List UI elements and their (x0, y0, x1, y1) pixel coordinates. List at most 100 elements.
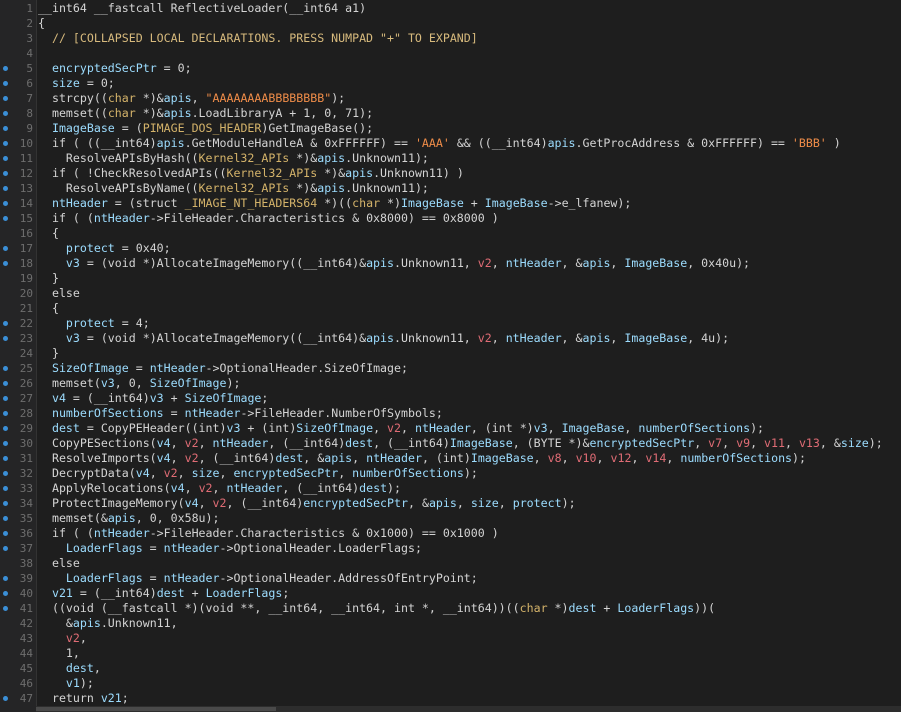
code-text[interactable]: v2, (38, 631, 87, 646)
code-text[interactable]: &apis.Unknown11, (38, 616, 178, 631)
breakpoint-dot-icon[interactable] (3, 606, 8, 611)
code-text[interactable]: v21 = (__int64)dest + LoaderFlags; (38, 586, 289, 601)
horizontal-scrollbar[interactable] (36, 706, 901, 712)
code-text[interactable]: strcpy((char *)&apis, "AAAAAAAABBBBBBBB"… (38, 91, 345, 106)
code-line[interactable]: 2{ (0, 16, 901, 31)
code-text[interactable]: 1, (38, 646, 80, 661)
code-line[interactable]: 21 { (0, 301, 901, 316)
code-line[interactable]: 17 protect = 0x40; (0, 241, 901, 256)
breakpoint-dot-icon[interactable] (3, 501, 8, 506)
code-line[interactable]: 8 memset((char *)&apis.LoadLibraryA + 1,… (0, 106, 901, 121)
code-text[interactable]: v4 = (__int64)v3 + SizeOfImage; (38, 391, 268, 406)
code-text[interactable]: memset((char *)&apis.LoadLibraryA + 1, 0… (38, 106, 373, 121)
breakpoint-dot-icon[interactable] (3, 111, 8, 116)
code-text[interactable]: size = 0; (38, 76, 115, 91)
code-text[interactable]: ProtectImageMemory(v4, v2, (__int64)encr… (38, 496, 576, 511)
code-text[interactable]: dest = CopyPEHeader((int)v3 + (int)SizeO… (38, 421, 764, 436)
code-text[interactable]: LoaderFlags = ntHeader->OptionalHeader.A… (38, 571, 478, 586)
code-text[interactable]: if ( (ntHeader->FileHeader.Characteristi… (38, 211, 499, 226)
code-line[interactable]: 31 ResolveImports(v4, v2, (__int64)dest,… (0, 451, 901, 466)
code-line[interactable]: 3 // [COLLAPSED LOCAL DECLARATIONS. PRES… (0, 31, 901, 46)
code-line[interactable]: 18 v3 = (void *)AllocateImageMemory((__i… (0, 256, 901, 271)
code-line[interactable]: 35 memset(&apis, 0, 0x58u); (0, 511, 901, 526)
code-line[interactable]: 43 v2, (0, 631, 901, 646)
breakpoint-dot-icon[interactable] (3, 141, 8, 146)
breakpoint-dot-icon[interactable] (3, 81, 8, 86)
code-line[interactable]: 39 LoaderFlags = ntHeader->OptionalHeade… (0, 571, 901, 586)
breakpoint-dot-icon[interactable] (3, 156, 8, 161)
breakpoint-dot-icon[interactable] (3, 456, 8, 461)
code-line[interactable]: 46 v1); (0, 676, 901, 691)
breakpoint-dot-icon[interactable] (3, 411, 8, 416)
breakpoint-dot-icon[interactable] (3, 201, 8, 206)
breakpoint-dot-icon[interactable] (3, 531, 8, 536)
breakpoint-dot-icon[interactable] (3, 261, 8, 266)
code-line[interactable]: 23 v3 = (void *)AllocateImageMemory((__i… (0, 331, 901, 346)
code-line[interactable]: 5 encryptedSecPtr = 0; (0, 61, 901, 76)
code-line[interactable]: 4 (0, 46, 901, 61)
code-text[interactable]: LoaderFlags = ntHeader->OptionalHeader.L… (38, 541, 422, 556)
code-text[interactable]: ResolveImports(v4, v2, (__int64)dest, &a… (38, 451, 806, 466)
code-line[interactable]: 26 memset(v3, 0, SizeOfImage); (0, 376, 901, 391)
code-line[interactable]: 47 return v21; (0, 691, 901, 706)
breakpoint-dot-icon[interactable] (3, 216, 8, 221)
code-line[interactable]: 9 ImageBase = (PIMAGE_DOS_HEADER)GetImag… (0, 121, 901, 136)
code-text[interactable]: { (38, 226, 59, 241)
code-text[interactable]: CopyPESections(v4, v2, ntHeader, (__int6… (38, 436, 883, 451)
breakpoint-dot-icon[interactable] (3, 471, 8, 476)
pseudocode-editor[interactable]: 1 __int64 __fastcall ReflectiveLoader(__i… (0, 0, 901, 712)
code-line[interactable]: 30 CopyPESections(v4, v2, ntHeader, (__i… (0, 436, 901, 451)
code-line[interactable]: 36 if ( (ntHeader->FileHeader.Characteri… (0, 526, 901, 541)
code-text[interactable]: memset(&apis, 0, 0x58u); (38, 511, 220, 526)
code-text[interactable]: v3 = (void *)AllocateImageMemory((__int6… (38, 331, 729, 346)
breakpoint-dot-icon[interactable] (3, 426, 8, 431)
code-text[interactable]: ResolveAPIsByName((Kernel32_APIs *)&apis… (38, 181, 429, 196)
code-text[interactable]: protect = 4; (38, 316, 150, 331)
code-text[interactable]: ApplyRelocations(v4, v2, ntHeader, (__in… (38, 481, 401, 496)
code-text[interactable]: } (38, 346, 59, 361)
breakpoint-dot-icon[interactable] (3, 336, 8, 341)
code-text[interactable]: // [COLLAPSED LOCAL DECLARATIONS. PRESS … (38, 31, 478, 46)
code-text[interactable]: SizeOfImage = ntHeader->OptionalHeader.S… (38, 361, 408, 376)
scrollbar-thumb[interactable] (36, 707, 276, 711)
code-line[interactable]: 14 ntHeader = (struct _IMAGE_NT_HEADERS6… (0, 196, 901, 211)
breakpoint-dot-icon[interactable] (3, 186, 8, 191)
code-text[interactable]: ResolveAPIsByHash((Kernel32_APIs *)&apis… (38, 151, 429, 166)
code-line[interactable]: 25 SizeOfImage = ntHeader->OptionalHeade… (0, 361, 901, 376)
code-line[interactable]: 32 DecryptData(v4, v2, size, encryptedSe… (0, 466, 901, 481)
code-line[interactable]: 6 size = 0; (0, 76, 901, 91)
code-line[interactable]: 7 strcpy((char *)&apis, "AAAAAAAABBBBBBB… (0, 91, 901, 106)
code-text[interactable]: { (38, 16, 45, 31)
code-line[interactable]: 41 ((void (__fastcall *)(void **, __int6… (0, 601, 901, 616)
code-line[interactable]: 44 1, (0, 646, 901, 661)
code-text[interactable]: encryptedSecPtr = 0; (38, 61, 192, 76)
code-text[interactable]: if ( (ntHeader->FileHeader.Characteristi… (38, 526, 499, 541)
breakpoint-dot-icon[interactable] (3, 381, 8, 386)
code-text[interactable]: return v21; (38, 691, 129, 706)
code-text[interactable]: if ( !CheckResolvedAPIs((Kernel32_APIs *… (38, 166, 464, 181)
code-line[interactable]: 16 { (0, 226, 901, 241)
breakpoint-dot-icon[interactable] (3, 591, 8, 596)
breakpoint-dot-icon[interactable] (3, 576, 8, 581)
breakpoint-dot-icon[interactable] (3, 96, 8, 101)
code-text[interactable]: else (38, 286, 80, 301)
code-line[interactable]: 19 } (0, 271, 901, 286)
breakpoint-dot-icon[interactable] (3, 66, 8, 71)
code-line[interactable]: 38 else (0, 556, 901, 571)
code-text[interactable]: protect = 0x40; (38, 241, 171, 256)
code-text[interactable]: v1); (38, 676, 94, 691)
code-line[interactable]: 13 ResolveAPIsByName((Kernel32_APIs *)&a… (0, 181, 901, 196)
code-text[interactable]: __int64 __fastcall ReflectiveLoader(__in… (38, 1, 366, 16)
code-text[interactable]: if ( ((__int64)apis.GetModuleHandleA & 0… (38, 136, 841, 151)
code-text[interactable]: } (38, 271, 59, 286)
code-text[interactable]: ((void (__fastcall *)(void **, __int64, … (38, 601, 715, 616)
code-line[interactable]: 24 } (0, 346, 901, 361)
code-line[interactable]: 33 ApplyRelocations(v4, v2, ntHeader, (_… (0, 481, 901, 496)
breakpoint-dot-icon[interactable] (3, 171, 8, 176)
code-line[interactable]: 40 v21 = (__int64)dest + LoaderFlags; (0, 586, 901, 601)
code-text[interactable]: DecryptData(v4, v2, size, encryptedSecPt… (38, 466, 478, 481)
code-line[interactable]: 11 ResolveAPIsByHash((Kernel32_APIs *)&a… (0, 151, 901, 166)
code-text[interactable]: { (38, 301, 59, 316)
breakpoint-dot-icon[interactable] (3, 696, 8, 701)
breakpoint-dot-icon[interactable] (3, 366, 8, 371)
